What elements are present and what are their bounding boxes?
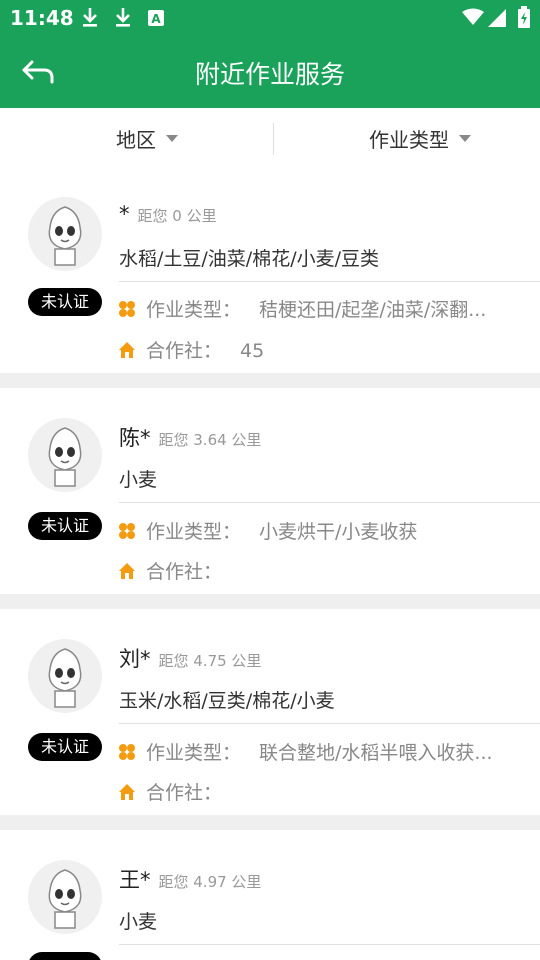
filter-divider [273,123,274,155]
status-bar: 11:48 A [0,0,540,36]
provider-name-row: 刘* 距您 4.75 公里 [119,643,261,673]
work-type-value: 小麦烘干/小麦收获 [259,521,418,543]
avatar [28,860,102,934]
caret-down-icon [459,135,471,142]
coop-label: 合作社： [146,782,223,804]
work-type-row: 作业类型： 秸梗还田/起垄/油菜/深翻... [118,295,486,322]
provider-card[interactable]: 未认证 刘* 距您 4.75 公里 玉米/水稻/豆类/棉花/小麦 作业类型： 联合整… [0,609,540,815]
provider-name: 陈* [119,426,151,450]
provider-name-row: 王* 距您 4.97 公里 [119,864,261,894]
coop-row: 合作社： 45 [118,336,264,363]
coop-label: 合作社： [146,561,223,583]
provider-card[interactable]: 王* 距您 4.97 公里 小麦 [0,830,540,960]
wifi-icon [462,8,484,25]
caret-down-icon [166,135,178,142]
avatar [28,639,102,713]
app-bar: 附近作业服务 [0,36,540,108]
download-icon [116,8,130,27]
region-filter[interactable]: 地区 [116,124,178,153]
unverified-badge: 未认证 [28,288,102,316]
avatar [28,197,102,271]
crops: 水稻/土豆/油菜/棉花/小麦/豆类 [119,248,380,270]
flower-icon [119,300,135,317]
provider-name: * [119,202,130,226]
flower-icon [119,743,135,760]
work-type-row: 作业类型： 小麦烘干/小麦收获 [118,517,417,544]
work-type-value: 秸梗还田/起垄/油菜/深翻... [259,299,487,321]
download-icon [83,8,97,27]
card-separator [0,594,540,609]
signal-icon [488,9,506,27]
unverified-badge: 未认证 [28,512,102,540]
provider-card[interactable]: 未认证 * 距您 0 公里 水稻/土豆/油菜/棉花/小麦/豆类 作业类型： 秸梗还田… [0,170,540,373]
battery-icon [518,6,530,28]
coop-row: 合作社： [118,778,240,805]
provider-name: 刘* [119,647,151,671]
distance: 距您 4.97 公里 [158,873,262,891]
work-type-label: 作业类型： [146,521,242,543]
home-icon [119,562,135,579]
coop-label: 合作社： [146,340,223,362]
provider-name-row: 陈* 距您 3.64 公里 [119,422,261,452]
distance: 距您 3.64 公里 [158,431,262,449]
work-type-label: 作业类型： [146,742,242,764]
unverified-badge [28,952,102,960]
distance: 距您 4.75 公里 [158,652,262,670]
crops: 小麦 [119,911,158,933]
work-type-filter-label: 作业类型 [369,128,449,152]
avatar [28,418,102,492]
flower-icon [119,522,135,539]
provider-name-row: * 距您 0 公里 [119,202,217,226]
crops: 小麦 [119,469,158,491]
work-type-value: 联合整地/水稻半喂入收获... [259,742,493,764]
work-type-label: 作业类型： [146,299,242,321]
svg-text:A: A [151,12,161,26]
divider [119,502,540,503]
work-type-row: 作业类型： 联合整地/水稻半喂入收获... [118,738,493,765]
home-icon [119,783,135,800]
provider-card[interactable]: 未认证 陈* 距您 3.64 公里 小麦 作业类型： 小麦烘干/小麦收获 合作社： [0,388,540,594]
crops: 玉米/水稻/豆类/棉花/小麦 [119,690,335,712]
divider [119,944,540,945]
coop-value: 45 [240,340,265,362]
card-separator [0,373,540,388]
home-icon [119,341,135,358]
card-separator [0,815,540,830]
unverified-badge: 未认证 [28,733,102,761]
region-filter-label: 地区 [116,128,156,152]
provider-name: 王* [119,868,151,892]
filter-bar: 地区 作业类型 [0,108,540,170]
distance: 距您 0 公里 [137,207,217,225]
status-time: 11:48 [10,6,74,30]
work-type-filter[interactable]: 作业类型 [369,124,471,153]
divider [119,281,540,282]
coop-row: 合作社： [118,557,240,584]
divider [119,723,540,724]
a-icon: A [148,10,164,26]
page-title: 附近作业服务 [194,60,345,89]
